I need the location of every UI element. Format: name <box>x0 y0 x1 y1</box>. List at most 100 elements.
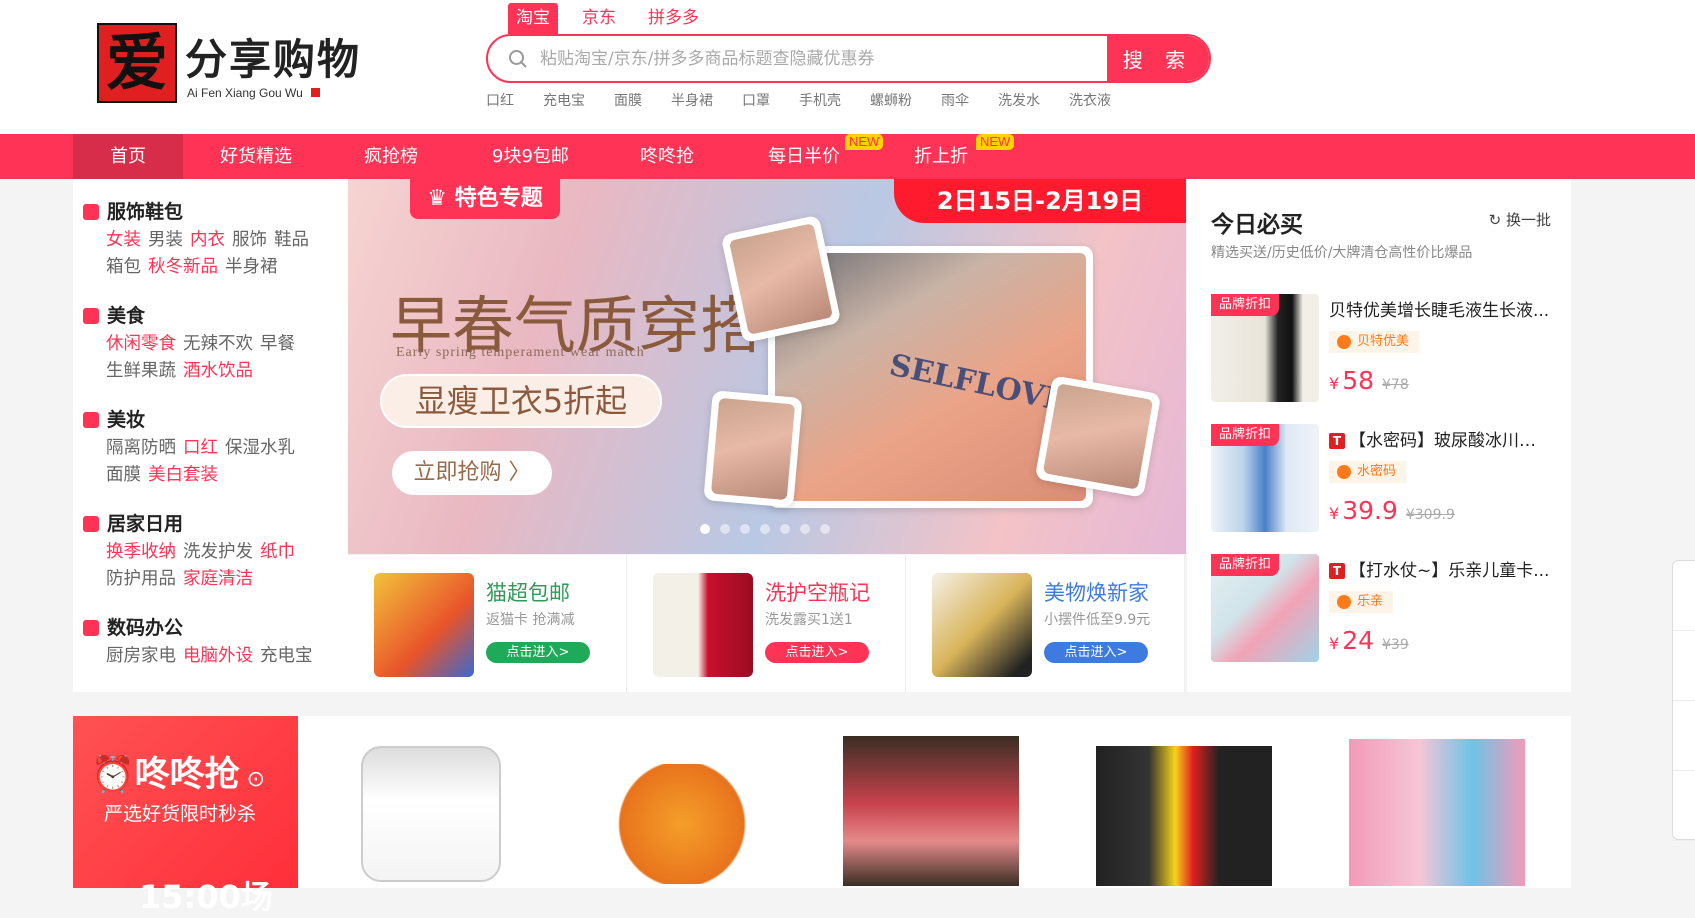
carousel-dot[interactable] <box>760 524 770 534</box>
banner-cta-button[interactable]: 立即抢购 〉 <box>392 451 552 495</box>
banner-tag: ♛ 特色专题 <box>410 179 560 219</box>
carousel-dot[interactable] <box>720 524 730 534</box>
flash-item[interactable] <box>343 734 519 894</box>
category-link[interactable]: 服饰 <box>232 230 267 250</box>
category-link[interactable]: 酒水饮品 <box>183 361 253 381</box>
flash-item[interactable] <box>593 734 769 894</box>
search-tab-pdd[interactable]: 拼多多 <box>640 3 707 34</box>
hot-word[interactable]: 雨伞 <box>941 90 969 110</box>
nav-extra-discount[interactable]: 折上折 <box>914 134 968 179</box>
shop-name: 贝特优美 <box>1357 334 1410 349</box>
shop-tag[interactable]: 贝特优美 <box>1329 331 1420 353</box>
search-button[interactable]: 搜 索 <box>1107 36 1209 81</box>
category-link[interactable]: 美白套装 <box>148 465 218 485</box>
category-link[interactable]: 休闲零食 <box>106 334 176 354</box>
category-link[interactable]: 纸巾 <box>260 542 295 562</box>
hot-word[interactable]: 口红 <box>486 90 514 110</box>
site-logo[interactable]: 爱 分享购物 Ai Fen Xiang Gou Wu <box>97 20 397 110</box>
banner-subtitle: Early spring temperament wear match <box>396 345 645 360</box>
hot-search-words: 口红 充电宝 面膜 半身裙 口罩 手机壳 螺蛳粉 雨伞 洗发水 洗衣液 <box>486 90 1140 110</box>
refresh-batch-button[interactable]: ↻ 换一批 <box>1489 209 1551 230</box>
hot-word[interactable]: 手机壳 <box>799 90 841 110</box>
category-link[interactable]: 电脑外设 <box>183 646 253 666</box>
promo-enter-button[interactable]: 点击进入> <box>486 642 590 663</box>
nav-half-price[interactable]: 每日半价 <box>768 134 840 179</box>
carousel-dot[interactable] <box>740 524 750 534</box>
carousel-dot[interactable] <box>700 524 710 534</box>
category-link[interactable]: 保湿水乳 <box>225 438 295 458</box>
category-link[interactable]: 无辣不欢 <box>183 334 253 354</box>
search-tab-jd[interactable]: 京东 <box>574 3 624 34</box>
flash-item[interactable] <box>1096 734 1272 894</box>
original-price: ¥309.9 <box>1405 507 1455 523</box>
carousel-dot[interactable] <box>820 524 830 534</box>
nav-ranking[interactable]: 疯抢榜 <box>364 134 418 179</box>
product-name: T 【打水仗~】乐亲儿童卡... <box>1329 556 1551 581</box>
hot-word[interactable]: 洗衣液 <box>1069 90 1111 110</box>
shampoo-bottles-image <box>653 573 753 677</box>
category-link[interactable]: 男装 <box>148 230 183 250</box>
category-links: 女装 男装 内衣 服饰 鞋品 箱包 秋冬新品 半身裙 <box>106 227 342 281</box>
category-link[interactable]: 早餐 <box>260 334 295 354</box>
banner-thumb-photo <box>720 214 842 344</box>
side-tool-favorite[interactable] <box>1673 561 1695 631</box>
nav-9-9-free-shipping[interactable]: 9块9包邮 <box>492 134 569 179</box>
side-tool-share[interactable] <box>1673 631 1695 701</box>
hot-word[interactable]: 半身裙 <box>671 90 713 110</box>
side-tool-feedback[interactable] <box>1673 771 1695 841</box>
product-name-text: 【水密码】玻尿酸冰川水... <box>1349 431 1551 451</box>
category-link[interactable]: 生鲜果蔬 <box>106 361 176 381</box>
promo-card-haircare[interactable]: 洗护空瓶记 洗发露买1送1 点击进入> <box>627 555 906 692</box>
category-link[interactable]: 面膜 <box>106 465 141 485</box>
nav-picks[interactable]: 好货精选 <box>220 134 292 179</box>
promo-subtitle: 小摆件低至9.9元 <box>1044 612 1151 628</box>
flash-item[interactable] <box>843 734 1019 894</box>
promo-card-tmall[interactable]: 猫超包邮 返猫卡 抢满减 点击进入> <box>348 555 627 692</box>
category-link[interactable]: 半身裙 <box>225 257 278 277</box>
hot-word[interactable]: 螺蛳粉 <box>870 90 912 110</box>
category-link[interactable]: 厨房家电 <box>106 646 176 666</box>
category-link[interactable]: 充电宝 <box>260 646 313 666</box>
promo-card-home-decor[interactable]: 美物焕新家 小摆件低至9.9元 点击进入> <box>906 555 1185 692</box>
brand-discount-badge: 品牌折扣 <box>1211 554 1280 576</box>
hot-word[interactable]: 充电宝 <box>543 90 585 110</box>
category-link[interactable]: 换季收纳 <box>106 542 176 562</box>
category-link[interactable]: 家庭清洁 <box>183 569 253 589</box>
category-title: 居家日用 <box>83 509 183 536</box>
shop-tag[interactable]: 乐亲 <box>1329 591 1394 613</box>
banner-date: 2日15日-2月19日 <box>894 179 1186 223</box>
carousel-dot[interactable] <box>780 524 790 534</box>
category-link[interactable]: 口红 <box>183 438 218 458</box>
hero-banner[interactable]: ♛ 特色专题 2日15日-2月19日 早春气质穿搭 Early spring t… <box>348 179 1186 554</box>
category-link[interactable]: 洗发护发 <box>183 542 253 562</box>
hot-word[interactable]: 洗发水 <box>998 90 1040 110</box>
promo-enter-button[interactable]: 点击进入> <box>1044 642 1148 663</box>
tmall-icon: T <box>1329 433 1345 449</box>
hot-word[interactable]: 面膜 <box>614 90 642 110</box>
category-link[interactable]: 防护用品 <box>106 569 176 589</box>
category-link[interactable]: 秋冬新品 <box>148 257 218 277</box>
nav-home[interactable]: 首页 <box>73 134 183 179</box>
search-input[interactable] <box>540 36 1090 81</box>
category-link[interactable]: 箱包 <box>106 257 141 277</box>
nav-flash-sale[interactable]: 咚咚抢 <box>640 134 694 179</box>
promo-enter-button[interactable]: 点击进入> <box>765 642 869 663</box>
side-toolbar <box>1672 560 1695 841</box>
side-tool-view[interactable] <box>1673 701 1695 771</box>
product-card[interactable]: 品牌折扣 T 【打水仗~】乐亲儿童卡... 乐亲 ¥24 ¥39 <box>1211 554 1551 666</box>
flash-sale-card[interactable]: ⏰咚咚抢 ⊙ 严选好货限时秒杀 15:00场 <box>73 716 298 916</box>
carousel-dot[interactable] <box>800 524 810 534</box>
shop-tag[interactable]: 水密码 <box>1329 461 1407 483</box>
category-link[interactable]: 女装 <box>106 230 141 250</box>
category-link[interactable]: 内衣 <box>190 230 225 250</box>
category-link[interactable]: 隔离防晒 <box>106 438 176 458</box>
product-card[interactable]: 品牌折扣 T 【水密码】玻尿酸冰川水... 水密码 ¥39.9 ¥309.9 <box>1211 424 1551 536</box>
search-tab-taobao[interactable]: 淘宝 <box>508 3 558 34</box>
hot-word[interactable]: 口罩 <box>742 90 770 110</box>
product-card[interactable]: 品牌折扣 贝特优美增长睫毛液生长液... 贝特优美 ¥58 ¥78 <box>1211 294 1551 406</box>
flash-item[interactable] <box>1349 734 1525 894</box>
flash-sale-title: ⏰咚咚抢 ⊙ <box>91 746 265 797</box>
crown-icon: ♛ <box>427 186 455 211</box>
yen-sign: ¥ <box>1329 504 1340 523</box>
category-link[interactable]: 鞋品 <box>274 230 309 250</box>
